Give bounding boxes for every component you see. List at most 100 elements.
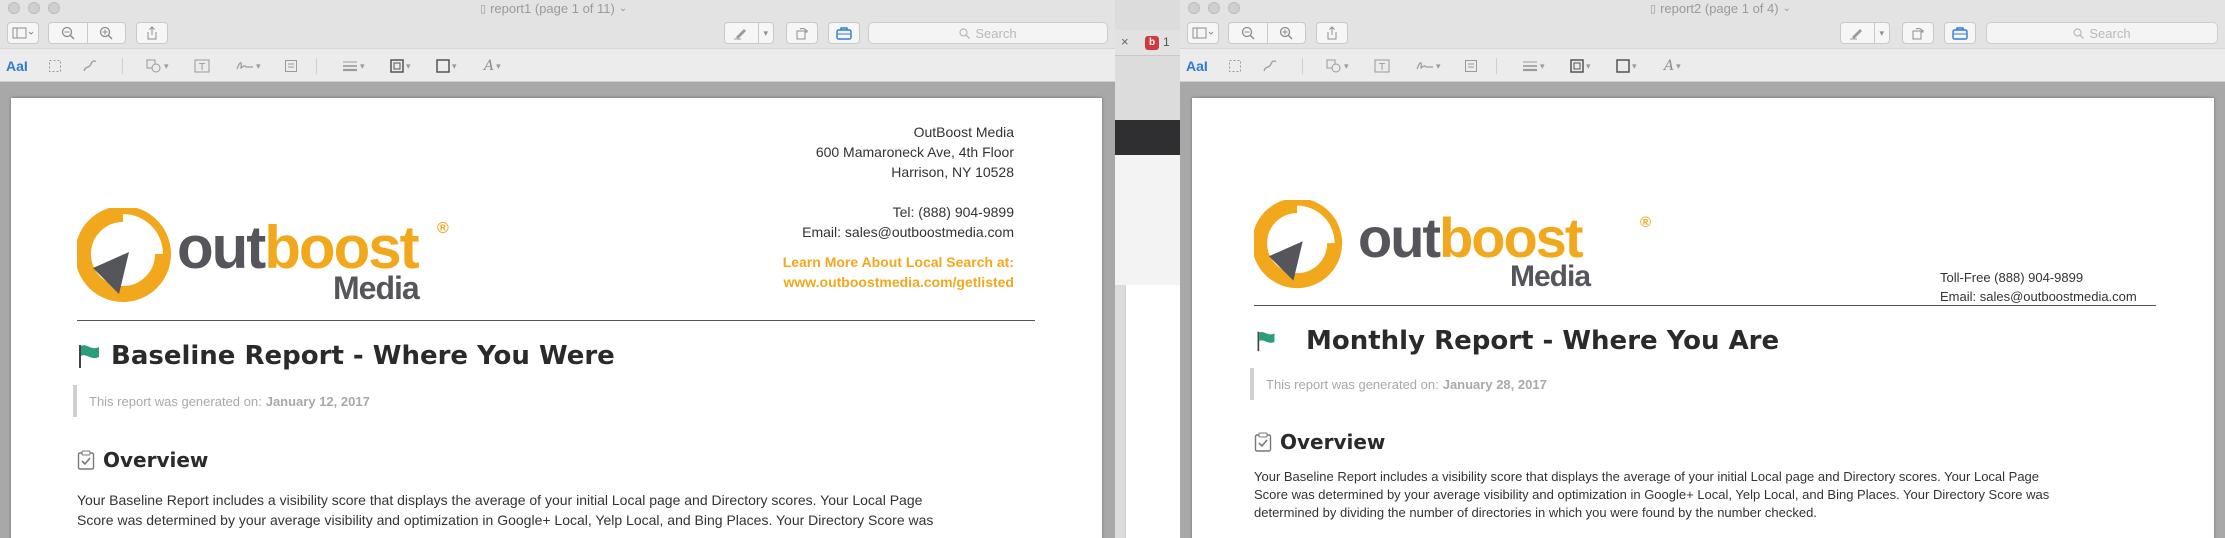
traffic-lights bbox=[1188, 2, 1240, 14]
search-icon bbox=[959, 27, 971, 39]
report-title: Monthly Report - Where You Are bbox=[1254, 326, 1779, 356]
title-bar[interactable]: ▯ report1 (page 1 of 11) ⌄ bbox=[0, 0, 1115, 18]
zoom-out-icon bbox=[1241, 26, 1255, 40]
note-button[interactable] bbox=[1464, 57, 1478, 75]
zoom-in-icon bbox=[100, 26, 114, 40]
rotate-button[interactable] bbox=[786, 22, 818, 44]
search-field[interactable]: Search bbox=[868, 22, 1108, 44]
zoom-window-button[interactable] bbox=[1228, 2, 1240, 14]
window-title[interactable]: ▯ report1 (page 1 of 11) ⌄ bbox=[480, 1, 627, 16]
shapes-button[interactable]: ▾ bbox=[146, 57, 169, 75]
chevron-down-icon: ▾ bbox=[256, 60, 261, 71]
rect-selection-button[interactable] bbox=[48, 57, 62, 75]
title-bar[interactable]: ▯ report2 (page 1 of 4) ⌄ bbox=[1180, 0, 2225, 18]
overview-line: determined by dividing the number of dir… bbox=[1254, 505, 1817, 520]
overview-heading: Overview bbox=[1254, 430, 1385, 454]
document-icon: ▯ bbox=[1650, 3, 1657, 15]
overview-line: Your Baseline Report includes a visibili… bbox=[77, 492, 923, 508]
minimize-window-button[interactable] bbox=[1208, 2, 1220, 14]
document-viewport[interactable]: outboost ® Media OutBoost Media 600 Mama… bbox=[0, 82, 1115, 538]
font-icon: A bbox=[1664, 58, 1675, 74]
border-color-button[interactable]: ▾ bbox=[390, 57, 411, 75]
highlight-button[interactable] bbox=[1841, 23, 1874, 43]
highlighter-icon bbox=[1850, 29, 1863, 40]
sidebar-toggle-button[interactable] bbox=[1187, 22, 1219, 44]
sidebar-toggle-button[interactable] bbox=[7, 22, 39, 44]
note-button[interactable] bbox=[284, 57, 298, 75]
window-title-text: report2 (page 1 of 4) bbox=[1660, 1, 1779, 16]
zoom-out-button[interactable] bbox=[49, 23, 87, 43]
outboost-media-logo: outboost ® Media bbox=[77, 208, 449, 308]
text-box-button[interactable]: T bbox=[194, 57, 210, 75]
flag-icon bbox=[79, 345, 99, 368]
preview-window-report2: ▯ report2 (page 1 of 4) ⌄ ▾ Search AaI ▾… bbox=[1180, 0, 2225, 538]
chevron-down-icon: ⌄ bbox=[618, 3, 628, 14]
sign-button[interactable]: ▾ bbox=[1416, 57, 1441, 75]
search-field[interactable]: Search bbox=[1986, 22, 2218, 44]
fill-color-icon bbox=[436, 59, 450, 73]
logo-media-text: Media bbox=[1510, 260, 1591, 293]
pdf-page-1: outboost ® Media OutBoost Media 600 Mama… bbox=[11, 98, 1102, 538]
fill-color-button[interactable]: ▾ bbox=[1616, 57, 1637, 75]
svg-text:T: T bbox=[198, 62, 206, 73]
overview-paragraph: Your Baseline Report includes a visibili… bbox=[77, 490, 1067, 530]
chevron-down-icon: ▾ bbox=[406, 60, 411, 71]
rotate-button[interactable] bbox=[1902, 22, 1934, 44]
text-style-button[interactable]: AaI bbox=[1186, 57, 1208, 75]
markup-toolbar-button[interactable] bbox=[828, 22, 860, 44]
sidebar-icon bbox=[1192, 27, 1214, 39]
window-title[interactable]: ▯ report2 (page 1 of 4) ⌄ bbox=[1650, 1, 1791, 16]
zoom-in-button[interactable] bbox=[86, 23, 125, 43]
report-title-text: Monthly Report - Where You Are bbox=[1306, 326, 1780, 356]
sketch-button[interactable] bbox=[82, 57, 98, 75]
logo-media-text: Media bbox=[333, 270, 420, 306]
signature-icon bbox=[1416, 62, 1433, 70]
tab-title: 1 bbox=[1163, 35, 1170, 49]
chevron-down-icon: ▾ bbox=[1540, 60, 1545, 71]
share-button[interactable] bbox=[1316, 22, 1348, 44]
overview-paragraph: Your Baseline Report includes a visibili… bbox=[1254, 468, 2204, 522]
text-box-button[interactable]: T bbox=[1374, 57, 1390, 75]
sketch-button[interactable] bbox=[1262, 57, 1278, 75]
highlight-button[interactable] bbox=[725, 23, 758, 43]
highlight-options-button[interactable]: ▾ bbox=[1873, 23, 1889, 43]
background-browser-window[interactable]: × b 1 bbox=[1115, 0, 1180, 538]
shapes-button[interactable]: ▾ bbox=[1326, 57, 1349, 75]
logo-word-out: out bbox=[1358, 206, 1441, 269]
sign-button[interactable]: ▾ bbox=[236, 57, 261, 75]
fill-color-button[interactable]: ▾ bbox=[436, 57, 457, 75]
zoom-out-button[interactable] bbox=[1229, 23, 1267, 43]
close-window-button[interactable] bbox=[8, 2, 20, 14]
zoom-in-button[interactable] bbox=[1266, 23, 1305, 43]
highlight-options-button[interactable]: ▾ bbox=[757, 23, 773, 43]
browser-tab[interactable]: × b 1 bbox=[1115, 30, 1180, 56]
highlight-button-group: ▾ bbox=[724, 22, 774, 44]
line-style-button[interactable]: ▾ bbox=[342, 57, 365, 75]
line-style-button[interactable]: ▾ bbox=[1522, 57, 1545, 75]
chevron-down-icon: ▾ bbox=[1586, 60, 1591, 71]
font-icon: A bbox=[484, 58, 495, 74]
sketch-icon bbox=[83, 60, 97, 72]
learn-more-link[interactable]: www.outboostmedia.com/getlisted bbox=[783, 272, 1014, 292]
text-style-button[interactable]: AaI bbox=[6, 57, 28, 75]
share-button[interactable] bbox=[136, 22, 168, 44]
rotate-icon bbox=[1912, 28, 1924, 40]
text-font-button[interactable]: A ▾ bbox=[484, 57, 501, 75]
close-window-button[interactable] bbox=[1188, 2, 1200, 14]
text-font-button[interactable]: A ▾ bbox=[1664, 57, 1681, 75]
chevron-down-icon: ▾ bbox=[164, 60, 169, 71]
close-tab-icon[interactable]: × bbox=[1121, 34, 1129, 49]
document-viewport[interactable]: outboost ® Media Toll-Free (888) 904-989… bbox=[1180, 82, 2225, 538]
company-address-line1: 600 Mamaroneck Ave, 4th Floor bbox=[815, 144, 1014, 160]
zoom-window-button[interactable] bbox=[48, 2, 60, 14]
rect-selection-button[interactable] bbox=[1228, 57, 1242, 75]
border-color-button[interactable]: ▾ bbox=[1570, 57, 1591, 75]
toolbox-icon bbox=[836, 27, 852, 40]
clipboard-check-icon bbox=[77, 450, 95, 470]
overview-line: Score was determined by your average vis… bbox=[1254, 487, 2050, 502]
markup-toolbar-button[interactable] bbox=[1944, 22, 1976, 44]
line-style-icon bbox=[1523, 61, 1537, 72]
zoom-button-group bbox=[1228, 22, 1306, 44]
overview-heading-text: Overview bbox=[103, 448, 209, 472]
minimize-window-button[interactable] bbox=[28, 2, 40, 14]
